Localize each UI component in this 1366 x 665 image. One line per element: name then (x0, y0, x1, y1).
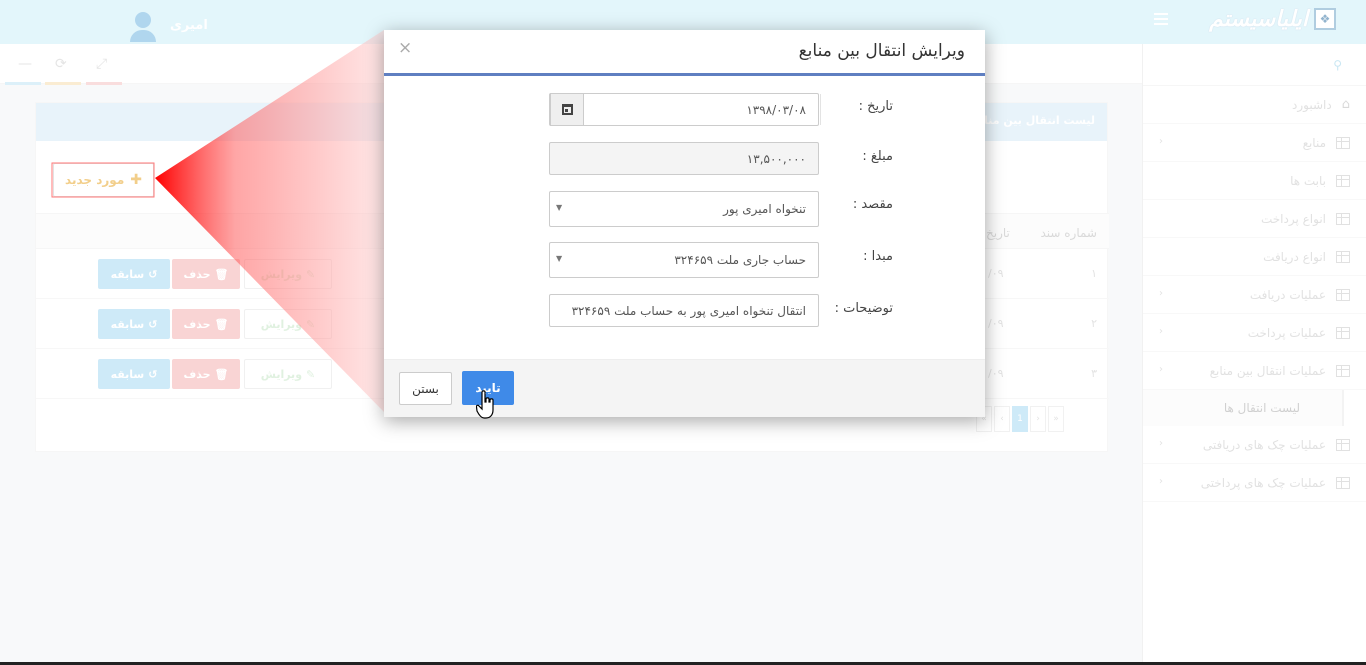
destination-select[interactable]: تنخواه امیری پور ▼ (549, 191, 819, 227)
amount-value: ۱۳,۵۰۰,۰۰۰ (746, 151, 806, 166)
destination-label: مقصد : (852, 197, 893, 212)
hand-cursor-icon (476, 390, 494, 419)
destination-value: تنخواه امیری پور (723, 202, 806, 216)
close-icon[interactable]: × (398, 38, 412, 58)
amount-field[interactable]: ۱۳,۵۰۰,۰۰۰ (549, 142, 819, 175)
calendar-button[interactable] (550, 93, 584, 126)
close-button[interactable]: بستن (399, 372, 452, 405)
field-divider (820, 94, 821, 125)
description-field[interactable]: انتقال تنخواه امیری پور به حساب ملت ۳۲۴۶… (549, 294, 819, 327)
amount-label: مبلغ : (862, 149, 893, 164)
modal-body: تاریخ : ۱۳۹۸/۰۳/۰۸ مبلغ : ۱۳,۵۰۰,۰۰۰ مقص… (384, 79, 985, 359)
date-field[interactable]: ۱۳۹۸/۰۳/۰۸ (549, 93, 821, 126)
calendar-icon (561, 104, 573, 115)
modal-footer: بستن تایید (384, 359, 985, 417)
modal-title: ویرایش انتقال بین منابع (798, 41, 965, 61)
chevron-down-icon: ▼ (556, 203, 563, 212)
source-label: مبدا : (863, 249, 893, 264)
edit-transfer-modal: ویرایش انتقال بین منابع × تاریخ : ۱۳۹۸/۰… (384, 30, 985, 417)
source-select[interactable]: حساب جاری ملت ۳۲۴۶۵۹ ▼ (549, 242, 819, 278)
source-value: حساب جاری ملت ۳۲۴۶۵۹ (674, 253, 806, 267)
description-value: انتقال تنخواه امیری پور به حساب ملت ۳۲۴۶… (571, 303, 806, 318)
date-value: ۱۳۹۸/۰۳/۰۸ (746, 102, 806, 117)
date-label: تاریخ : (858, 99, 893, 114)
modal-header: ویرایش انتقال بین منابع × (384, 30, 985, 76)
chevron-down-icon: ▼ (556, 254, 563, 263)
description-label: توضیحات : (834, 301, 893, 316)
